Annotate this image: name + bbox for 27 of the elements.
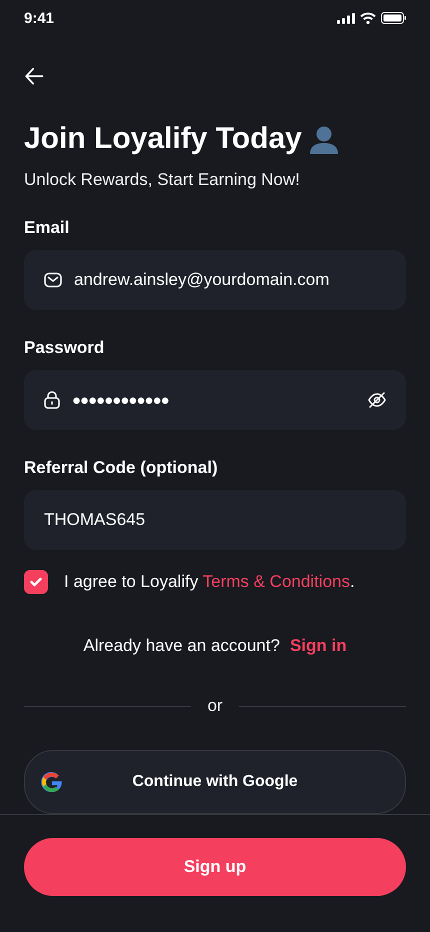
agreement-text: I agree to Loyalify Terms & Conditions. [64, 572, 355, 592]
check-icon [30, 577, 42, 588]
page-title: Join Loyalify Today [24, 121, 302, 158]
person-icon [308, 124, 340, 154]
terms-link[interactable]: Terms & Conditions [202, 572, 350, 592]
sign-in-link[interactable]: Sign in [290, 636, 347, 656]
status-time: 9:41 [24, 10, 54, 27]
wifi-icon [360, 12, 376, 24]
back-arrow-icon[interactable] [24, 66, 45, 86]
eye-slash-icon[interactable] [368, 391, 386, 410]
field-label: Email [24, 218, 70, 238]
checkbox[interactable] [24, 570, 48, 594]
google-button[interactable]: Continue with Google [24, 750, 406, 814]
divider-text: or [207, 696, 223, 716]
field-label: Referral Code (optional) [24, 458, 218, 478]
account-prompt: Already have an account? [83, 636, 280, 656]
signal-icon [337, 12, 355, 24]
field-label: Password [24, 338, 104, 358]
lock-icon [44, 391, 60, 410]
battery-icon [381, 12, 406, 24]
mail-icon [44, 272, 62, 288]
plain-field[interactable]: THOMAS645 [24, 490, 406, 550]
sign-up-button[interactable]: Sign up [24, 838, 406, 896]
password-field[interactable]: ●●●●●●●●●●●● [24, 370, 406, 430]
google-logo-icon [41, 771, 63, 794]
email-field[interactable]: andrew.ainsley@yourdomain.com [24, 250, 406, 310]
subtitle: Unlock Rewards, Start Earning Now! [24, 170, 300, 190]
